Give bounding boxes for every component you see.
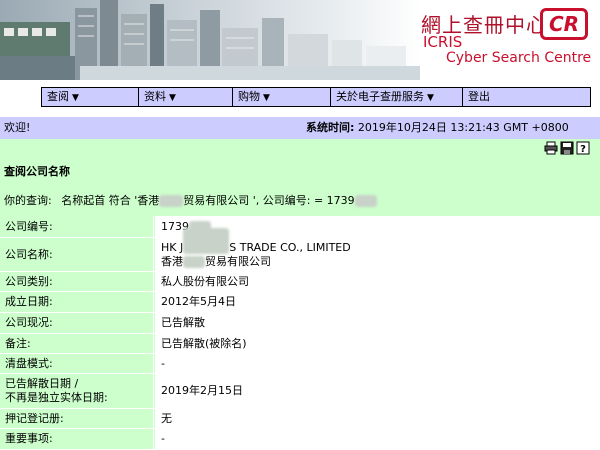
page-tools: ? [544,141,590,155]
page-title: 查阅公司名称 [4,165,70,178]
harbour-photo-collage [0,0,420,80]
menu-information-caret-icon: ▼ [169,93,176,103]
table-row: 公司名称: HK JS TRADE CO., LIMITED 香港 贸易有限公司 [0,227,600,272]
menu-about-service[interactable]: 关於电子查册服务 ▼ [331,88,463,106]
system-time-value: 2019年10月24日 13:21:43 GMT +0800 [357,121,569,134]
welcome-greeting: 欢迎! [4,121,31,134]
table-row: 成立日期: 2012年5月4日 [0,292,600,313]
save-icon[interactable] [560,141,574,155]
company-status-label: 公司现况: [0,313,154,333]
system-time-label: 系统时间: [306,121,355,134]
important-notes-label: 重要事项: [0,429,154,449]
menu-search-label: 查阅 [47,90,69,103]
menu-information[interactable]: 资料 ▼ [139,88,233,106]
help-icon[interactable]: ? [576,141,590,155]
cyber-search-centre-title: Cyber Search Centre [446,50,592,66]
redacted-number-block [354,195,377,207]
remarks-label: 备注: [0,334,154,353]
table-row: 重要事项: - [0,429,600,450]
company-status-value: 已告解散 [155,313,600,333]
company-search-result: ? 查阅公司名称 你的查询: 名称起首 符合 '香港 贸易有限公司 ', 公司编号… [0,139,600,450]
menu-about-service-label: 关於电子查册服务 [336,90,424,103]
menu-search-caret-icon: ▼ [72,93,79,103]
menu-information-label: 资料 [144,90,166,103]
welcome-bar: 欢迎! 系统时间: 2019年10月24日 13:21:43 GMT +0800 [0,117,600,139]
company-details-table: 公司编号: 1739 公司名称: HK JS TRADE CO., LIMITE… [0,216,600,450]
menu-logout[interactable]: 登出 [463,88,590,106]
table-row: 押记登记册: 无 [0,409,600,429]
company-name-cn-end: 贸易有限公司 [205,254,271,268]
menu-logout-label: 登出 [468,90,490,103]
menu-shopping[interactable]: 购物 ▼ [233,88,331,106]
incorporation-date-value: 2012年5月4日 [155,292,600,312]
company-name-value: HK JS TRADE CO., LIMITED 香港 贸易有限公司 [155,227,600,271]
company-type-label: 公司类别: [0,272,154,291]
system-time: 系统时间: 2019年10月24日 13:21:43 GMT +0800 [306,117,569,139]
incorporation-date-label: 成立日期: [0,292,154,312]
redacted-name-block [183,227,230,254]
company-name-label: 公司名称: [0,238,154,271]
site-banner: 網上查冊中心 CR ICRIS Cyber Search Centre [0,0,600,80]
query-summary: 你的查询: 名称起首 符合 '香港 贸易有限公司 ', 公司编号: = 1739 [4,192,377,208]
icris-title: ICRIS [423,33,463,51]
menu-about-service-caret-icon: ▼ [427,93,434,103]
menu-shopping-label: 购物 [238,90,260,103]
query-criteria-start: 名称起首 符合 '香港 [61,194,160,207]
redacted-name-block [159,195,184,207]
table-row: 备注: 已告解散(被除名) [0,334,600,354]
dissolution-date-value: 2019年2月15日 [155,374,600,408]
winding-up-mode-value: - [155,354,600,373]
cr-logo: CR [540,8,588,40]
query-prefix: 你的查询: [4,194,52,207]
company-number-label: 公司编号: [0,216,154,237]
dissolution-date-label: 已告解散日期 / 不再是独立实体日期: [0,374,154,408]
dissolution-date-label-line1: 已告解散日期 / [5,377,79,390]
query-criteria-end: 贸易有限公司 ', 公司编号: = 1739 [183,194,355,207]
table-row: 公司现况: 已告解散 [0,313,600,334]
company-name-en-end: S TRADE CO., LIMITED [229,240,351,254]
table-row: 已告解散日期 / 不再是独立实体日期: 2019年2月15日 [0,374,600,409]
company-type-value: 私人股份有限公司 [155,272,600,291]
table-row: 清盘模式: - [0,354,600,374]
remarks-value: 已告解散(被除名) [155,334,600,353]
charges-register-value: 无 [155,409,600,428]
menu-search[interactable]: 查阅 ▼ [42,88,139,106]
charges-register-label: 押记登记册: [0,409,154,428]
dissolution-date-label-line2: 不再是独立实体日期: [5,391,108,404]
winding-up-mode-label: 清盘模式: [0,354,154,373]
svg-text:?: ? [580,144,586,155]
printer-icon[interactable] [544,141,558,155]
main-menu-bar: 查阅 ▼ 资料 ▼ 购物 ▼ 关於电子查册服务 ▼ 登出 [41,87,591,107]
menu-shopping-caret-icon: ▼ [263,93,270,103]
company-name-en-start: HK [161,240,177,254]
table-row: 公司类别: 私人股份有限公司 [0,272,600,292]
important-notes-value: - [155,429,600,449]
redacted-name-block [183,255,205,268]
table-row: 公司编号: 1739 [0,216,600,238]
company-name-cn-start: 香港 [161,254,183,268]
